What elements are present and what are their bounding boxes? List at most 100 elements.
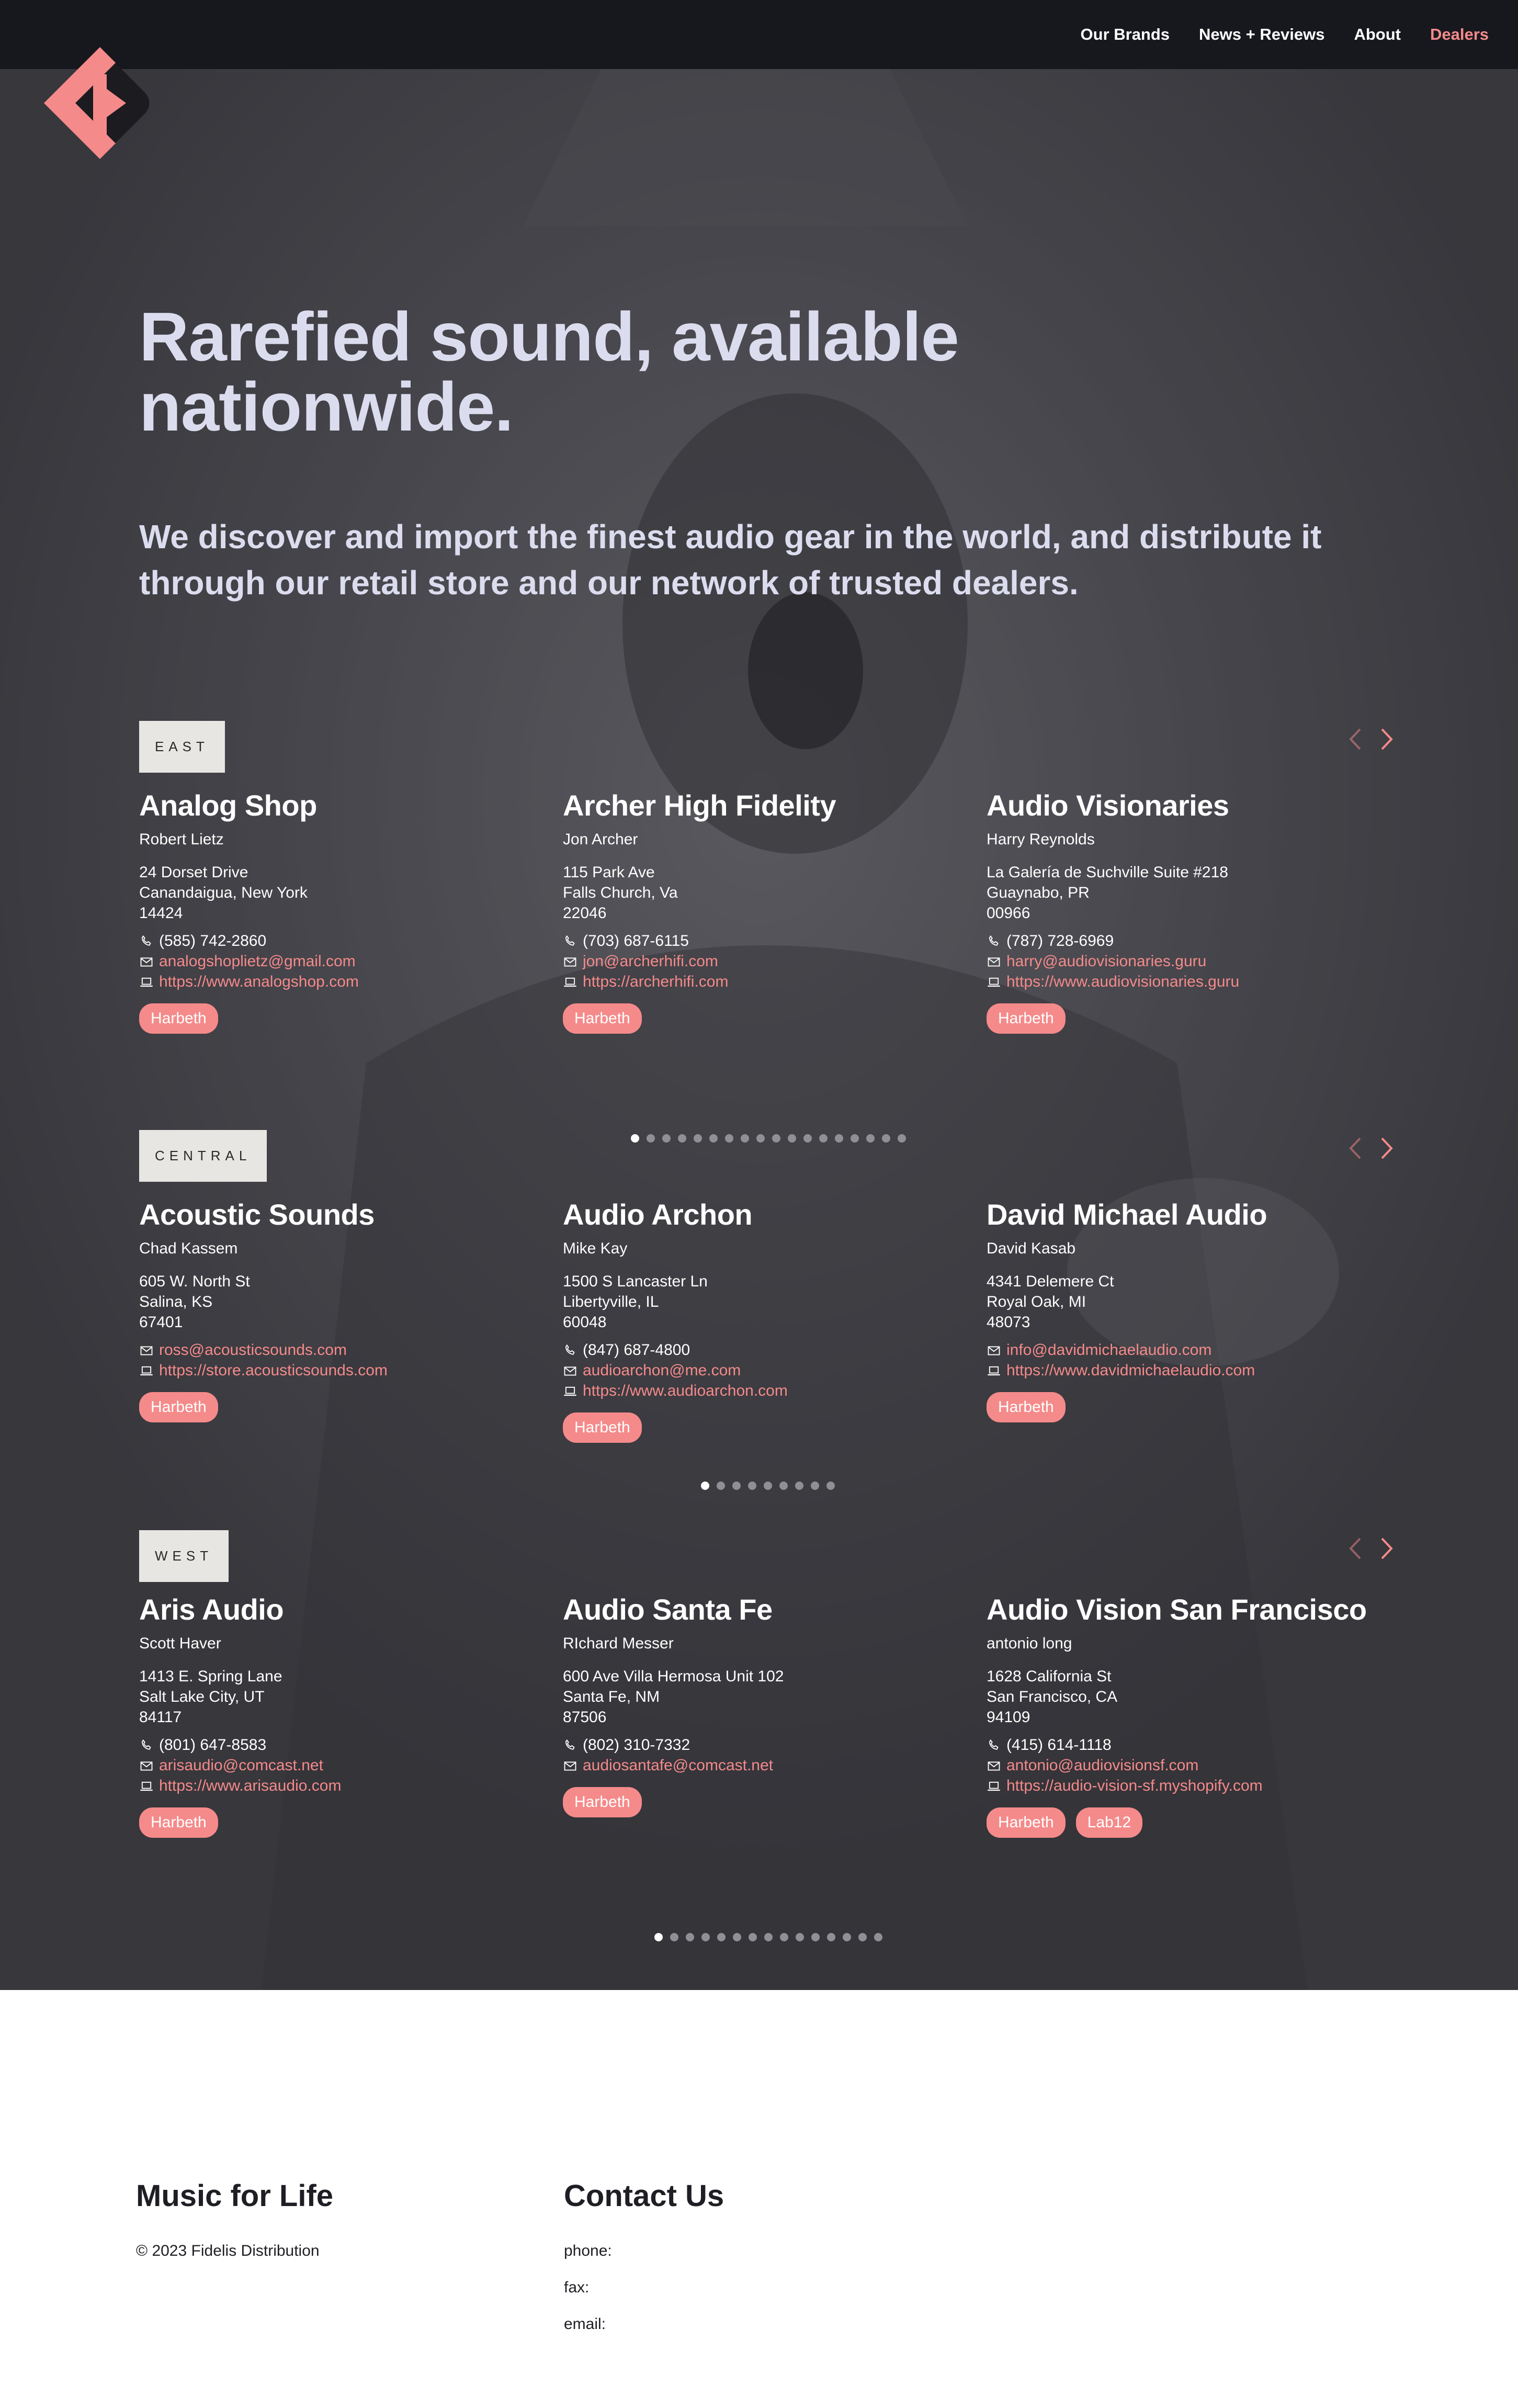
dealer-email-link[interactable]: audioarchon@me.com <box>563 1360 971 1381</box>
pagination-dot[interactable] <box>874 1933 882 1941</box>
dealer-email-link[interactable]: antonio@audiovisionsf.com <box>987 1755 1395 1776</box>
pagination-dot[interactable] <box>654 1933 663 1941</box>
pagination-dot[interactable] <box>748 1482 756 1490</box>
region-tag: WEST <box>139 1530 229 1582</box>
dealer-website-link[interactable]: https://www.audioarchon.com <box>563 1381 971 1401</box>
dealer-email-link-text[interactable]: ross@acousticsounds.com <box>159 1340 347 1360</box>
dealer-card: Archer High Fidelity Jon Archer 115 Park A… <box>563 789 971 1034</box>
pagination-dot[interactable] <box>826 1482 835 1490</box>
brand-tag[interactable]: Harbeth <box>987 1392 1066 1422</box>
fidelis-logo-icon[interactable] <box>35 38 165 168</box>
pagination-dot[interactable] <box>858 1933 867 1941</box>
footer: Music for Life © 2023 Fidelis Distributi… <box>0 1990 1518 2408</box>
dealer-email-link-text[interactable]: analogshoplietz@gmail.com <box>159 951 356 971</box>
pagination-dot[interactable] <box>701 1482 709 1490</box>
pagination-dot[interactable] <box>843 1933 851 1941</box>
dealer-phone: (802) 310-7332 <box>563 1735 971 1755</box>
dealer-email-link-text[interactable]: audiosantafe@comcast.net <box>583 1755 773 1776</box>
dealer-email-link[interactable]: ross@acousticsounds.com <box>139 1340 547 1360</box>
dealer-email-link[interactable]: audiosantafe@comcast.net <box>563 1755 971 1776</box>
dealer-email-link[interactable]: info@davidmichaelaudio.com <box>987 1340 1395 1360</box>
pagination-dot[interactable] <box>749 1933 757 1941</box>
pagination-dot[interactable] <box>670 1933 678 1941</box>
dealer-email-link-text[interactable]: arisaudio@comcast.net <box>159 1755 323 1776</box>
dealer-address: 24 Dorset Drive Canandaigua, New York 1442… <box>139 862 547 923</box>
dealer-website-link-text[interactable]: https://www.audiovisionaries.guru <box>1006 971 1239 992</box>
dealer-website-link-text[interactable]: https://www.audioarchon.com <box>583 1381 788 1401</box>
dealer-email-link-text[interactable]: jon@archerhifi.com <box>583 951 718 971</box>
dealer-contact-name: Scott Haver <box>139 1635 221 1652</box>
chevron-right-icon[interactable] <box>1376 1535 1397 1562</box>
chevron-right-icon[interactable] <box>1376 726 1397 752</box>
pagination-dot[interactable] <box>780 1933 788 1941</box>
dealer-email-link[interactable]: jon@archerhifi.com <box>563 951 971 971</box>
dealer-website-link[interactable]: https://store.acousticsounds.com <box>139 1360 547 1381</box>
pagination-dot[interactable] <box>811 1933 820 1941</box>
pagination-dot[interactable] <box>827 1933 835 1941</box>
nav-link-our-brands[interactable]: Our Brands <box>1081 25 1170 44</box>
chevron-left-icon[interactable] <box>1345 1135 1366 1161</box>
pagination-dot[interactable] <box>764 1933 773 1941</box>
pagination-dot[interactable] <box>701 1933 710 1941</box>
pagination-dot[interactable] <box>686 1933 694 1941</box>
dealer-email-link-text[interactable]: info@davidmichaelaudio.com <box>1006 1340 1211 1360</box>
pagination-dot[interactable] <box>733 1933 741 1941</box>
chevron-right-icon[interactable] <box>1376 1135 1397 1161</box>
dealer-email-link-text[interactable]: harry@audiovisionaries.guru <box>1006 951 1206 971</box>
dealer-website-link[interactable]: https://audio-vision-sf.myshopify.com <box>987 1776 1395 1796</box>
nav-link-about[interactable]: About <box>1354 25 1401 44</box>
email-icon <box>987 1758 1001 1773</box>
address-line: 94109 <box>987 1709 1030 1726</box>
brand-tag[interactable]: Harbeth <box>139 1392 218 1422</box>
nav-link-dealers[interactable]: Dealers <box>1430 25 1489 44</box>
dealer-website-link-text[interactable]: https://audio-vision-sf.myshopify.com <box>1006 1776 1263 1796</box>
dealer-website-link-text[interactable]: https://archerhifi.com <box>583 971 728 992</box>
footer-email-label: email: <box>564 2315 606 2333</box>
pagination-dot[interactable] <box>796 1933 804 1941</box>
brand-tag[interactable]: Harbeth <box>987 1003 1066 1034</box>
dealer-email-link[interactable]: harry@audiovisionaries.guru <box>987 951 1395 971</box>
dealer-website-link[interactable]: https://archerhifi.com <box>563 971 971 992</box>
address-line: 1413 E. Spring Lane <box>139 1668 282 1685</box>
brand-tags: Harbeth <box>139 1003 547 1034</box>
brand-tag[interactable]: Harbeth <box>139 1807 218 1838</box>
nav-link-news-reviews[interactable]: News + Reviews <box>1199 25 1324 44</box>
dealer-website-link-text[interactable]: https://store.acousticsounds.com <box>159 1360 388 1381</box>
pagination-dot[interactable] <box>811 1482 819 1490</box>
pagination-dot[interactable] <box>717 1482 725 1490</box>
pagination-dot[interactable] <box>779 1482 788 1490</box>
dealer-address: 605 W. North St Salina, KS 67401 <box>139 1271 547 1332</box>
footer-phone-label: phone: <box>564 2242 612 2259</box>
chevron-left-icon[interactable] <box>1345 1535 1366 1562</box>
phone-icon <box>563 1343 577 1358</box>
brand-tag[interactable]: Lab12 <box>1075 1807 1143 1838</box>
brand-tag[interactable]: Harbeth <box>563 1412 642 1443</box>
footer-copyright: © 2023 Fidelis Distribution <box>136 2242 320 2259</box>
email-icon <box>563 1758 577 1773</box>
brand-tag[interactable]: Harbeth <box>139 1003 218 1034</box>
dealer-website-link[interactable]: https://www.arisaudio.com <box>139 1776 547 1796</box>
dealer-phone-text: (847) 687-4800 <box>583 1341 690 1359</box>
dealer-email-link-text[interactable]: audioarchon@me.com <box>583 1360 741 1381</box>
brand-tag[interactable]: Harbeth <box>563 1003 642 1034</box>
dealer-email-link[interactable]: arisaudio@comcast.net <box>139 1755 547 1776</box>
dealer-website-link[interactable]: https://www.audiovisionaries.guru <box>987 971 1395 992</box>
dealer-email-link-text[interactable]: antonio@audiovisionsf.com <box>1006 1755 1198 1776</box>
address-line: San Francisco, CA <box>987 1688 1118 1705</box>
dealer-website-link-text[interactable]: https://www.arisaudio.com <box>159 1776 341 1796</box>
pagination-dot[interactable] <box>764 1482 772 1490</box>
pagination-dot[interactable] <box>732 1482 741 1490</box>
dealer-email-link[interactable]: analogshoplietz@gmail.com <box>139 951 547 971</box>
brand-tag[interactable]: Harbeth <box>987 1807 1066 1838</box>
address-line: Salina, KS <box>139 1293 213 1310</box>
pagination-dot[interactable] <box>717 1933 726 1941</box>
chevron-left-icon[interactable] <box>1345 726 1366 752</box>
brand-tags: Harbeth <box>987 1392 1395 1422</box>
dealer-website-link[interactable]: https://www.davidmichaelaudio.com <box>987 1360 1395 1381</box>
dealer-website-link[interactable]: https://www.analogshop.com <box>139 971 547 992</box>
dealer-website-link-text[interactable]: https://www.analogshop.com <box>159 971 359 992</box>
dealer-phone: (847) 687-4800 <box>563 1340 971 1360</box>
brand-tag[interactable]: Harbeth <box>563 1787 642 1817</box>
pagination-dot[interactable] <box>795 1482 803 1490</box>
dealer-website-link-text[interactable]: https://www.davidmichaelaudio.com <box>1006 1360 1255 1381</box>
